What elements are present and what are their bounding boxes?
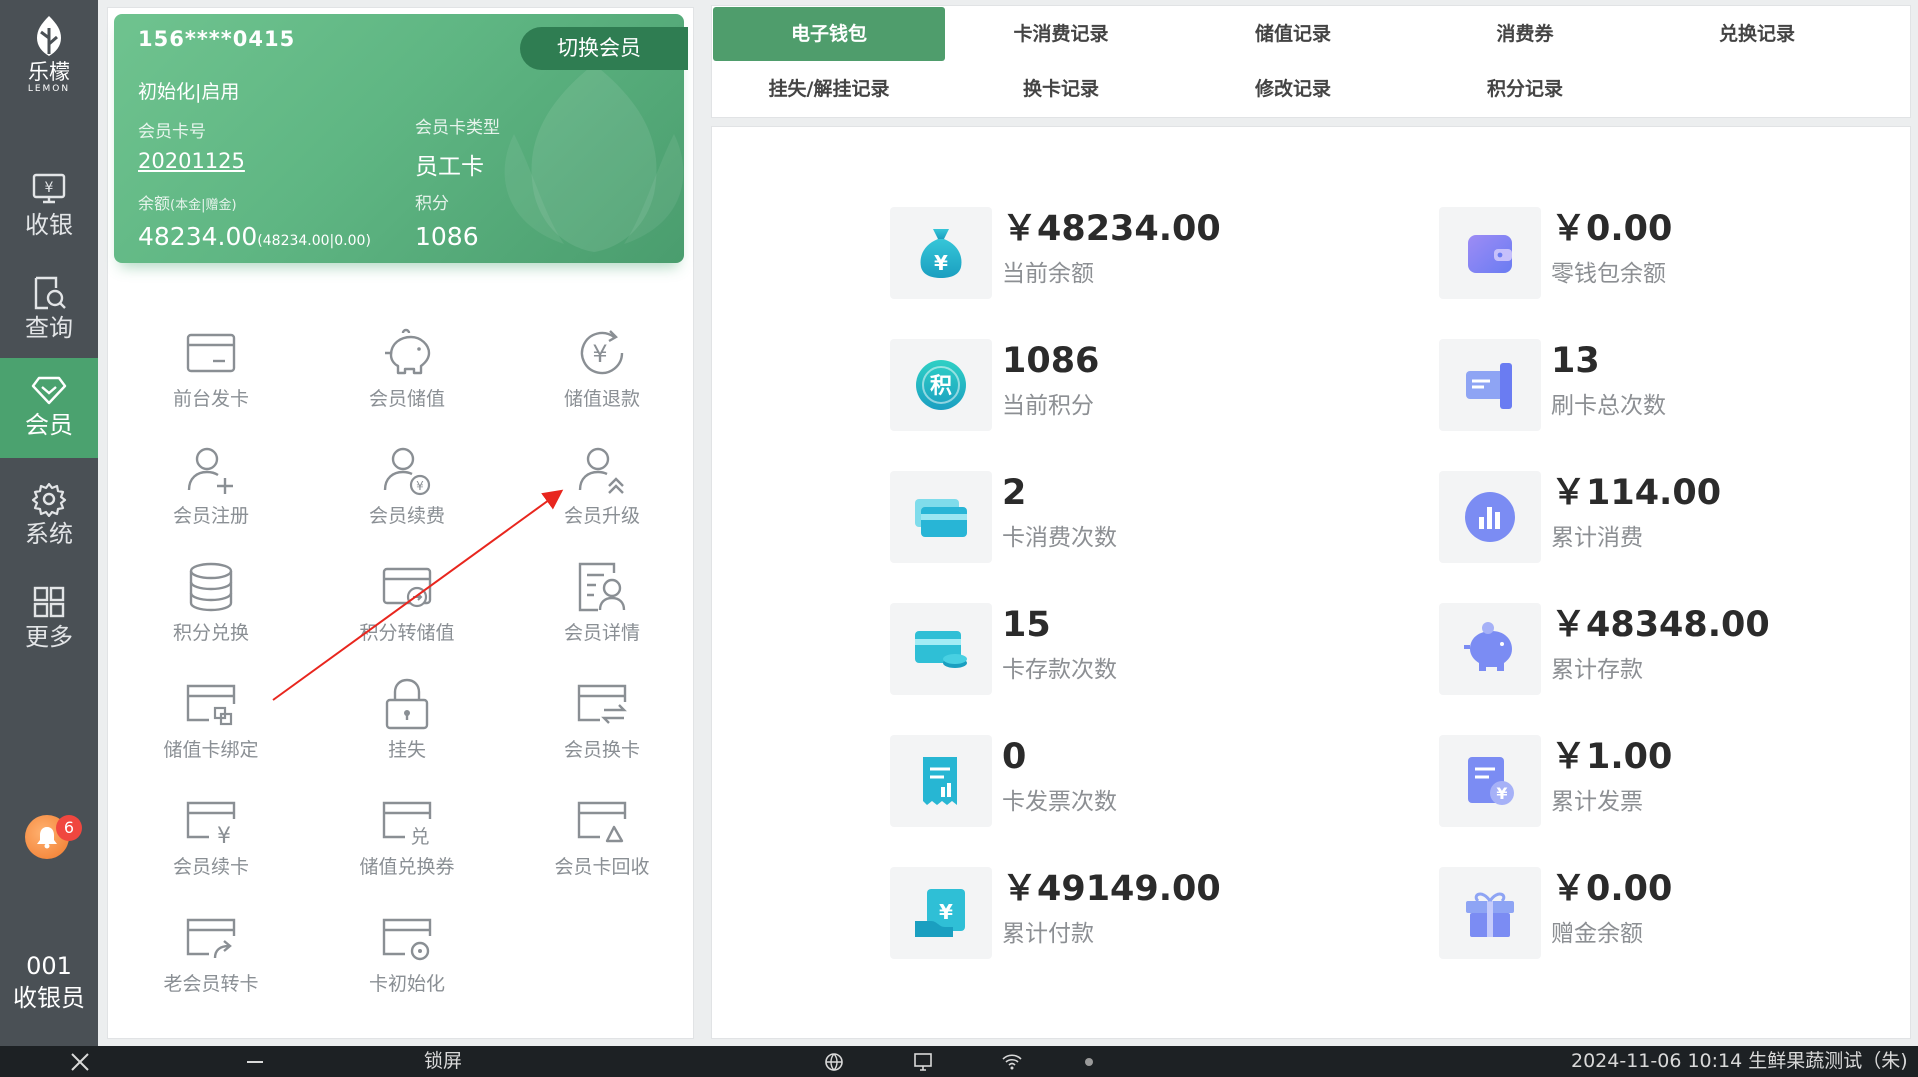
invoice-yuan-icon: ¥: [1468, 757, 1514, 805]
stat-caption: 当前余额: [1002, 261, 1094, 287]
stat-current-points: 积 1086 当前积分: [890, 339, 1310, 439]
stat-value: 13: [1551, 341, 1600, 381]
tab-exchange-records[interactable]: 兑换记录: [1641, 7, 1873, 61]
stat-value: ￥1.00: [1551, 737, 1673, 777]
stat-value: ￥48348.00: [1551, 605, 1770, 645]
stat-value: ￥114.00: [1551, 473, 1722, 513]
stat-change-wallet-balance: ￥0.00 零钱包余额: [1439, 207, 1859, 307]
stat-total-deposit: ￥48348.00 累计存款: [1439, 603, 1859, 703]
stat-caption: 当前积分: [1002, 393, 1094, 419]
globe-icon[interactable]: [824, 1046, 846, 1077]
money-bag-icon: ¥: [920, 229, 962, 278]
stat-value: ￥0.00: [1551, 209, 1673, 249]
card-swipe-icon: [1466, 363, 1512, 409]
record-tabs: 电子钱包 卡消费记录 储值记录 消费券 兑换记录 挂失/解挂记录 换卡记录 修改…: [711, 5, 1911, 118]
points-icon: 积: [916, 360, 966, 410]
svg-text:积: 积: [930, 374, 952, 399]
lock-screen-button[interactable]: 锁屏: [424, 1046, 462, 1077]
stat-value: 15: [1002, 605, 1051, 645]
wallet-icon: [1468, 235, 1512, 273]
payment-icon: ¥: [915, 889, 965, 937]
tab-coupons[interactable]: 消费券: [1409, 7, 1641, 61]
minimize-icon[interactable]: [245, 1046, 269, 1077]
tab-points-records[interactable]: 积分记录: [1409, 62, 1641, 116]
stat-caption: 累计发票: [1551, 789, 1643, 815]
svg-text:¥: ¥: [934, 251, 948, 275]
wifi-icon[interactable]: [1001, 1046, 1025, 1077]
store-name: 生鲜果蔬测试（朱): [1748, 1050, 1908, 1072]
stat-value: 2: [1002, 473, 1027, 513]
tab-e-wallet[interactable]: 电子钱包: [713, 7, 945, 61]
tab-card-swap-records[interactable]: 换卡记录: [945, 62, 1177, 116]
stat-value: ￥48234.00: [1002, 209, 1221, 249]
datetime: 2024-11-06 10:14: [1571, 1050, 1743, 1072]
stat-total-payment: ¥ ￥49149.00 累计付款: [890, 867, 1310, 967]
stat-caption: 累计存款: [1551, 657, 1643, 683]
stat-card-invoice-count: 0 卡发票次数: [890, 735, 1310, 835]
bar-chart-icon: [1465, 492, 1515, 542]
tab-modify-records[interactable]: 修改记录: [1177, 62, 1409, 116]
stat-caption: 累计消费: [1551, 525, 1643, 551]
tab-deposit-records[interactable]: 储值记录: [1177, 7, 1409, 61]
stat-current-balance: ¥ ￥48234.00 当前余额: [890, 207, 1310, 307]
svg-text:¥: ¥: [1496, 784, 1507, 803]
stat-card-deposit-count: 15 卡存款次数: [890, 603, 1310, 703]
stat-caption: 刷卡总次数: [1551, 393, 1666, 419]
taskbar: 锁屏 2024-11-06 10:14 生鲜果蔬测试（朱): [0, 1046, 1918, 1077]
stat-caption: 卡发票次数: [1002, 789, 1117, 815]
wallet-stats-panel: ¥ ￥48234.00 当前余额 ￥0.00 零钱包余额 积 1086 当前积分…: [711, 126, 1911, 1039]
status-dot-icon: [1084, 1046, 1096, 1077]
stat-caption: 累计付款: [1002, 921, 1094, 947]
stat-value: ￥49149.00: [1002, 869, 1221, 909]
cards-icon: [915, 499, 967, 537]
stat-caption: 零钱包余额: [1551, 261, 1666, 287]
stat-value: 1086: [1002, 341, 1100, 381]
stat-total-consumption: ￥114.00 累计消费: [1439, 471, 1859, 571]
svg-text:¥: ¥: [939, 900, 953, 924]
stat-caption: 赠金余额: [1551, 921, 1643, 947]
close-icon[interactable]: [70, 1046, 94, 1077]
stat-value: 0: [1002, 737, 1027, 777]
card-coins-icon: [915, 631, 967, 668]
stat-value: ￥0.00: [1551, 869, 1673, 909]
tab-loss-records[interactable]: 挂失/解挂记录: [713, 62, 945, 116]
stat-total-swipes: 13 刷卡总次数: [1439, 339, 1859, 439]
monitor-icon[interactable]: [913, 1046, 935, 1077]
tab-card-consumption[interactable]: 卡消费记录: [945, 7, 1177, 61]
stat-card-consumption-count: 2 卡消费次数: [890, 471, 1310, 571]
stat-caption: 卡存款次数: [1002, 657, 1117, 683]
stat-bonus-balance: ￥0.00 赠金余额: [1439, 867, 1859, 967]
receipt-icon: [923, 757, 957, 805]
gift-icon: [1466, 892, 1514, 937]
stat-total-invoice: ¥ ￥1.00 累计发票: [1439, 735, 1859, 835]
piggy-bank-icon: [1464, 622, 1512, 671]
datetime-store: 2024-11-06 10:14 生鲜果蔬测试（朱): [1571, 1046, 1908, 1077]
stat-caption: 卡消费次数: [1002, 525, 1117, 551]
